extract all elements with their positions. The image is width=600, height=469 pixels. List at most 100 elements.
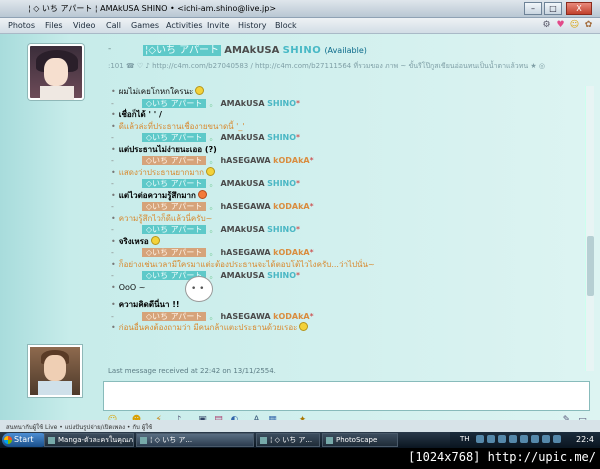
start-button[interactable]: Start xyxy=(2,433,48,447)
sender-nick: - ◇いち アパート。 AMAkUSA SHINO* xyxy=(111,224,300,235)
message-bullet: • xyxy=(111,213,116,223)
nick-dash: - xyxy=(111,248,114,257)
message-bullet: • xyxy=(111,190,116,200)
pet-icon[interactable]: ✿ xyxy=(583,20,594,31)
tray-icon[interactable] xyxy=(553,435,561,443)
sender-nick: - ◇いち アパート。 AMAkUSA SHINO* xyxy=(111,178,300,189)
nick-last: SHINO xyxy=(267,179,297,188)
task-manga-browser[interactable]: Manga-ตัวละครในคุณภาพ... xyxy=(44,433,134,447)
tray-icon[interactable] xyxy=(487,435,495,443)
message-bullet: • xyxy=(111,300,116,309)
message-text: ก่อนอื่นคงต้องถามว่า มีคนกล้าแตะประธานด้… xyxy=(118,323,298,332)
nick-dash: - xyxy=(111,133,114,142)
tray-icon[interactable] xyxy=(498,435,506,443)
nick-last: SHINO xyxy=(267,98,297,108)
nick-last: kODAkA xyxy=(273,248,310,257)
last-received-notice: Last message received at 22:42 on 13/11/… xyxy=(108,367,276,375)
message-line: • จริงเหรอ xyxy=(111,235,160,248)
contact-name-prefix: ¦◇いち アパート xyxy=(143,45,222,56)
settings-icon[interactable]: ⚙ xyxy=(541,20,552,31)
sender-nick: - ◇いち アパート。 hASEGAWA kODAkA* xyxy=(111,311,314,322)
nick-tag: ◇いち アパート xyxy=(141,311,207,321)
message-bullet: • xyxy=(111,144,116,154)
message-bullet: • xyxy=(111,323,116,332)
conversation-log: • ผมไม่เคยโกหกใครนะ - ◇いち アパート。 AMAkUSA SHIN… xyxy=(0,86,600,376)
nick-tag: ◇いち アパート xyxy=(141,179,207,188)
status-bar: สนทนากับผู้ใช้ Live • แบ่งปันรูปจ่าย/เปิ… xyxy=(0,420,600,432)
menu-call[interactable]: Call xyxy=(106,21,121,30)
task-chat-window-2[interactable]: ¦ ◇ いち ア... xyxy=(256,433,320,447)
nick-separator: 。 xyxy=(209,202,218,211)
menu-photos[interactable]: Photos xyxy=(8,21,35,30)
message-line: • แต่ไวต่อความรู้สึกมาก xyxy=(111,189,207,202)
message-text: จริงเหรอ xyxy=(118,236,149,246)
nick-first: AMAkUSA xyxy=(220,225,265,234)
smile-icon[interactable]: ☺ xyxy=(569,20,580,31)
message-line: • ดีแล้วล่ะที่ประธานเชื่องายขนาดนี้ '_' xyxy=(111,121,245,133)
nick-separator: 。 xyxy=(209,179,218,188)
emoticon-icon xyxy=(206,166,215,176)
nick-separator: 。 xyxy=(209,133,218,142)
emoticon-icon xyxy=(299,322,309,331)
menu-files[interactable]: Files xyxy=(45,21,63,30)
conversation-scrollbar[interactable] xyxy=(585,86,594,371)
minimize-button[interactable]: – xyxy=(524,2,542,15)
contact-status: (Available) xyxy=(324,46,367,55)
avatar-face xyxy=(44,58,68,86)
menu-invite[interactable]: Invite xyxy=(207,21,229,30)
task-photoscape[interactable]: PhotoScape xyxy=(322,433,398,447)
nick-first: hASEGAWA xyxy=(220,311,271,321)
conversation-window: - ¦◇いち アパート AMAkUSA SHINO (Available) :1… xyxy=(0,34,600,432)
my-avatar[interactable] xyxy=(28,345,82,397)
tray-icon[interactable] xyxy=(476,435,484,443)
message-line: • ความรู้สึกไวก็ดีแล้วนี่ครับ~ xyxy=(111,213,212,225)
watermark-strip: [1024x768] http://upic.me/ xyxy=(0,448,600,469)
nick-first: hASEGAWA xyxy=(220,156,271,165)
nick-suffix: * xyxy=(296,133,301,142)
message-input[interactable] xyxy=(103,381,590,411)
menu-games[interactable]: Games xyxy=(131,21,159,30)
contact-header: - ¦◇いち アパート AMAkUSA SHINO (Available) :1… xyxy=(0,34,600,100)
personal-message[interactable]: :101 ☎ ♡ ♪ http://c4m.com/b27040583 / ht… xyxy=(108,61,545,72)
nick-dash: - xyxy=(111,311,114,321)
nick-separator: 。 xyxy=(209,248,218,257)
message-line: • ก่อนอื่นคงต้องถามว่า มีคนกล้าแตะประธานด… xyxy=(111,322,309,334)
menu-video[interactable]: Video xyxy=(73,21,95,30)
contact-name-main: AMAkUSA xyxy=(224,45,280,56)
nick-suffix: * xyxy=(309,311,314,321)
menu-bar: Photos Files Video Call Games Activities… xyxy=(0,18,600,34)
scrollbar-thumb[interactable] xyxy=(587,236,594,296)
message-line: • OoO ~ xyxy=(111,282,145,294)
language-indicator[interactable]: TH xyxy=(460,435,470,443)
nick-tag: ◇いち アパート xyxy=(141,202,207,211)
clock[interactable]: 22:4 xyxy=(576,435,594,444)
menu-block[interactable]: Block xyxy=(275,21,297,30)
system-tray: TH 22:4 xyxy=(450,432,600,448)
maximize-button[interactable]: □ xyxy=(544,2,562,15)
nick-tag: ◇いち アパート xyxy=(141,225,207,234)
menu-icon-group: ⚙ ♥ ☺ ✿ xyxy=(541,20,594,31)
tray-icon[interactable] xyxy=(509,435,517,443)
menu-history[interactable]: History xyxy=(238,21,266,30)
tray-icon[interactable] xyxy=(531,435,539,443)
menu-activities[interactable]: Activities xyxy=(166,21,203,30)
nick-tag: ◇いち アパート xyxy=(141,133,207,142)
message-text: ความรู้สึกไวก็ดีแล้วนี่ครับ~ xyxy=(118,213,213,223)
message-line: • ความคิดดีนี่นา !! xyxy=(111,299,180,311)
message-text: ดีแล้วล่ะที่ประธานเชื่องายขนาดนี้ '_' xyxy=(118,121,245,131)
nick-dash: - xyxy=(111,271,114,280)
message-text: OoO ~ xyxy=(118,282,146,292)
tray-icon[interactable] xyxy=(520,435,528,443)
heart-icon[interactable]: ♥ xyxy=(555,20,566,31)
nick-last: kODAkA xyxy=(273,311,310,321)
message-text: แต่ไวต่อความรู้สึกมาก xyxy=(118,190,196,200)
nick-first: AMAkUSA xyxy=(220,271,265,280)
close-button[interactable]: X xyxy=(566,2,592,15)
tray-icon[interactable] xyxy=(542,435,550,443)
nick-suffix: * xyxy=(309,202,314,211)
task-chat-window-1[interactable]: ¦ ◇ いち ア... xyxy=(136,433,254,447)
emoticon-icon xyxy=(197,189,207,199)
tray-icons xyxy=(476,435,561,443)
nick-first: hASEGAWA xyxy=(220,248,271,257)
sender-nick: - ◇いち アパート。 hASEGAWA kODAkA* xyxy=(111,155,314,166)
